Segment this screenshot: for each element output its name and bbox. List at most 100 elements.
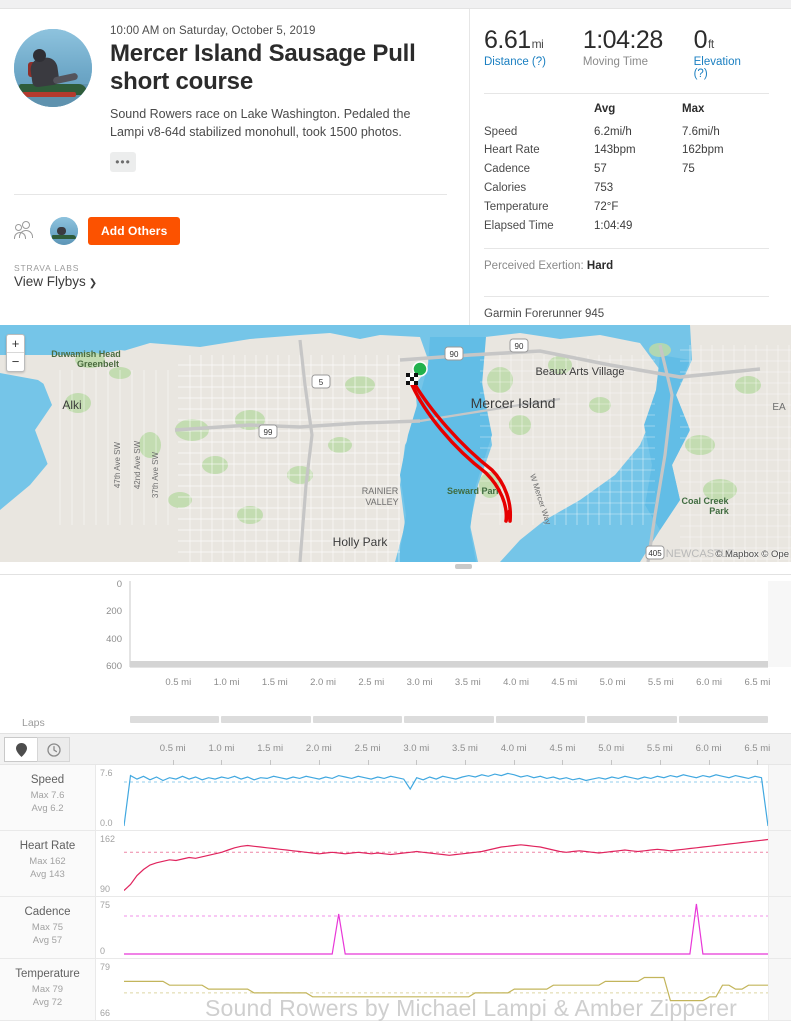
primary-stat-value: 6.61mi — [484, 27, 567, 53]
view-flybys-link[interactable]: View Flybys❯ — [14, 274, 97, 289]
metric-name: Cadence — [0, 906, 95, 918]
metric-y-min: 0 — [100, 946, 105, 956]
analysis-x-tick: 1.0 mi — [199, 743, 243, 754]
svg-text:47th Ave SW: 47th Ave SW — [113, 442, 122, 489]
analysis-x-tick: 6.0 mi — [687, 743, 731, 754]
participants-row: Add Others — [14, 217, 180, 245]
distance-tab[interactable] — [4, 737, 37, 762]
stat-avg: 753 — [594, 179, 682, 198]
stat-name: Heart Rate — [484, 141, 594, 160]
lap-segment[interactable] — [313, 716, 402, 723]
map-resize-handle[interactable] — [455, 564, 472, 569]
analysis-row-temperature[interactable]: TemperatureMax 79Avg 727966 — [0, 959, 791, 1021]
clock-icon — [47, 743, 61, 757]
metric-y-max: 7.6 — [100, 768, 113, 778]
metric-sparkline — [124, 834, 768, 894]
analysis-x-tick: 1.5 mi — [248, 743, 292, 754]
stat-max — [682, 179, 769, 198]
primary-stat-label: Moving Time — [583, 56, 678, 68]
analysis-toolbar: 0.5 mi1.0 mi1.5 mi2.0 mi2.5 mi3.0 mi3.5 … — [0, 733, 791, 765]
activity-details-column: 10:00 AM on Saturday, October 5, 2019 Me… — [0, 9, 470, 325]
activity-header: 10:00 AM on Saturday, October 5, 2019 Me… — [0, 9, 469, 172]
svg-text:Seward Park: Seward Park — [447, 486, 502, 496]
avatar[interactable] — [50, 217, 78, 245]
analysis-row-label: TemperatureMax 79Avg 72 — [0, 959, 96, 1020]
analysis-x-tick: 2.5 mi — [346, 743, 390, 754]
activity-description: Sound Rowers race on Lake Washington. Pe… — [110, 105, 430, 143]
strava-labs-section: STRAVA LABS View Flybys❯ — [14, 263, 97, 289]
perceived-exertion: Perceived Exertion: Hard — [484, 249, 769, 283]
lap-segment[interactable] — [587, 716, 676, 723]
metric-max: Max 79 — [0, 984, 95, 995]
metric-name: Heart Rate — [0, 840, 95, 852]
metric-name: Temperature — [0, 968, 95, 980]
primary-stat-1: 1:04:28 Moving Time — [583, 27, 694, 80]
metric-sparkline — [124, 900, 768, 956]
analysis-row-speed[interactable]: SpeedMax 7.6Avg 6.2 7.6 0.0 — [0, 765, 791, 831]
zoom-in-button[interactable]: + — [7, 335, 24, 353]
analysis-x-tick: 2.0 mi — [297, 743, 341, 754]
lap-segment[interactable] — [221, 716, 310, 723]
primary-stat-value: 1:04:28 — [583, 27, 678, 53]
analysis-axis-toggle[interactable] — [4, 737, 70, 762]
lap-segment[interactable] — [404, 716, 493, 723]
analysis-x-tick: 3.5 mi — [443, 743, 487, 754]
more-options-button[interactable]: ••• — [110, 152, 136, 172]
laps-section: Laps — [0, 705, 791, 733]
primary-stat-label[interactable]: Distance (?) — [484, 56, 567, 68]
plot-right-pad — [768, 765, 791, 830]
perceived-exertion-value: Hard — [587, 260, 613, 272]
metric-sparkline — [124, 962, 768, 1018]
analysis-row-label: SpeedMax 7.6Avg 6.2 — [0, 765, 96, 830]
analysis-x-tick: 4.5 mi — [540, 743, 584, 754]
lap-segment[interactable] — [130, 716, 219, 723]
metric-plot[interactable]: 750 — [96, 897, 791, 958]
plot-right-pad — [768, 897, 791, 958]
time-tab[interactable] — [37, 737, 70, 762]
stat-max — [682, 216, 769, 235]
stats-table: AvgMax Speed6.2mi/h7.6mi/hHeart Rate143b… — [484, 103, 769, 235]
metric-avg: Avg 6.2 — [0, 803, 95, 814]
strava-labs-kicker: STRAVA LABS — [14, 263, 97, 273]
svg-text:42nd Ave SW: 42nd Ave SW — [133, 440, 142, 489]
laps-bar[interactable] — [130, 716, 768, 723]
lap-segment[interactable] — [496, 716, 585, 723]
svg-text:Park: Park — [709, 506, 730, 516]
lap-segment[interactable] — [679, 716, 768, 723]
laps-label: Laps — [22, 717, 45, 729]
elevation-chart[interactable]: 02004006000.5 mi1.0 mi1.5 mi2.0 mi2.5 mi… — [0, 575, 791, 705]
metric-avg: Avg 143 — [0, 869, 95, 880]
stat-avg: 1:04:49 — [594, 216, 682, 235]
metric-plot[interactable]: 16290 — [96, 831, 791, 896]
metric-y-min: 0.0 — [100, 818, 113, 828]
analysis-row-heart-rate[interactable]: Heart Rate Max 162 Avg 14316290 — [0, 831, 791, 897]
add-others-button[interactable]: Add Others — [88, 217, 180, 245]
people-icon — [14, 221, 40, 241]
table-row: Calories753 — [484, 179, 769, 198]
analysis-x-tick: 6.5 mi — [735, 743, 779, 754]
analysis-section: 0.5 mi1.0 mi1.5 mi2.0 mi2.5 mi3.0 mi3.5 … — [0, 733, 791, 1024]
metric-plot[interactable]: 7.6 0.0 — [96, 765, 791, 830]
metric-plot[interactable]: 7966 — [96, 959, 791, 1020]
map-zoom-controls[interactable]: + − — [6, 334, 25, 372]
activity-summary: 10:00 AM on Saturday, October 5, 2019 Me… — [0, 9, 791, 325]
svg-text:99: 99 — [264, 428, 273, 437]
zoom-out-button[interactable]: − — [7, 353, 24, 371]
table-row: Temperature72°F — [484, 197, 769, 216]
primary-stat-0: 6.61mi Distance (?) — [484, 27, 583, 80]
analysis-x-tick: 0.5 mi — [151, 743, 195, 754]
plot-right-pad — [768, 959, 791, 1020]
analysis-row-cadence[interactable]: CadenceMax 75Avg 57750 — [0, 897, 791, 959]
primary-stat-value: 0ft — [694, 27, 753, 53]
table-row: Speed6.2mi/h7.6mi/h — [484, 122, 769, 141]
svg-text:90: 90 — [450, 350, 459, 359]
primary-stat-label[interactable]: Elevation (?) — [694, 56, 753, 80]
stat-name: Speed — [484, 122, 594, 141]
analysis-row-label: CadenceMax 75Avg 57 — [0, 897, 96, 958]
stat-avg: 143bpm — [594, 141, 682, 160]
stat-avg: 72°F — [594, 197, 682, 216]
metric-max: Max 162 — [0, 856, 95, 867]
svg-text:Duwamish Head: Duwamish Head — [51, 349, 121, 359]
route-map[interactable]: Duwamish HeadGreenbeltAlkiRAINIERVALLEYH… — [0, 325, 791, 562]
stat-name: Cadence — [484, 160, 594, 179]
